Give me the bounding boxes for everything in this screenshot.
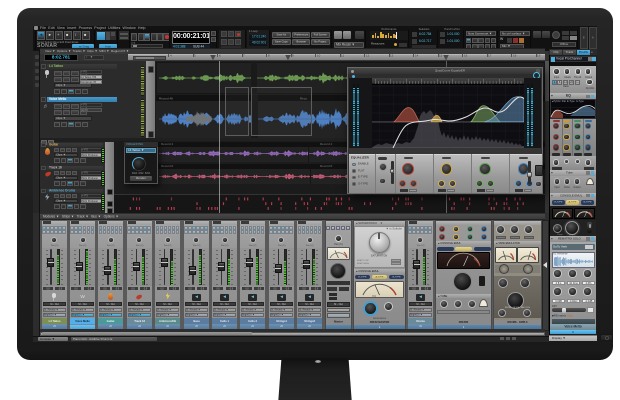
svg-text:VU: VU <box>372 294 376 298</box>
